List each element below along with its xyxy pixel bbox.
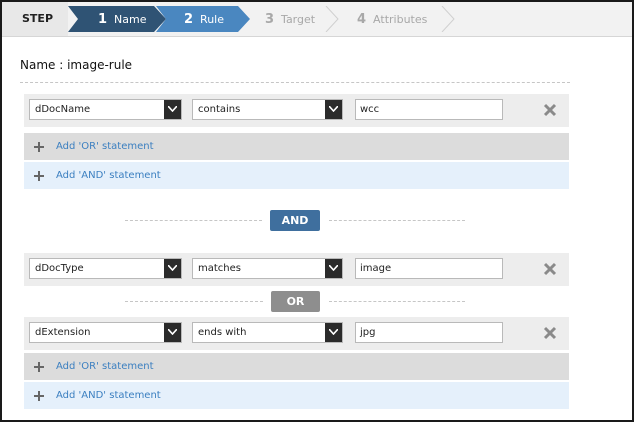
rule-name-label: Name :	[20, 58, 64, 72]
condition-row: dDocType matches image	[24, 253, 569, 286]
rule-name: Name : image-rule	[20, 58, 132, 72]
condition-row: dDocName contains wcc	[24, 94, 569, 127]
field-select[interactable]: dDocType	[29, 258, 182, 279]
close-icon[interactable]	[543, 262, 557, 276]
step-label-text: Attributes	[373, 12, 428, 26]
close-icon[interactable]	[543, 103, 557, 117]
chevron-down-icon[interactable]	[164, 100, 181, 119]
operator-select[interactable]: ends with	[192, 322, 343, 343]
chevron-down-icon[interactable]	[325, 259, 342, 278]
condition-row: dExtension ends with jpg	[24, 317, 569, 350]
step-number: 4	[357, 11, 367, 27]
value-input[interactable]: wcc	[355, 99, 503, 120]
divider	[125, 220, 262, 221]
and-connector-button[interactable]: AND	[270, 210, 320, 231]
chevron-down-icon[interactable]	[164, 259, 181, 278]
close-icon[interactable]	[543, 326, 557, 340]
wizard-step-attributes[interactable]: 4 Attributes	[332, 6, 456, 32]
chevron-down-icon[interactable]	[325, 323, 342, 342]
or-connector-button[interactable]: OR	[271, 291, 320, 312]
step-number: 1	[98, 11, 108, 27]
value-input[interactable]: jpg	[355, 322, 503, 343]
step-label: STEP	[2, 2, 68, 36]
wizard-step-rule[interactable]: 2 Rule	[156, 6, 250, 32]
plus-icon	[34, 170, 44, 181]
divider	[329, 220, 465, 221]
chevron-down-icon[interactable]	[325, 100, 342, 119]
add-or-statement-button[interactable]: Add 'OR' statement	[24, 133, 569, 160]
add-or-statement-button[interactable]: Add 'OR' statement	[24, 353, 569, 380]
rule-name-value: image-rule	[67, 58, 133, 72]
chevron-down-icon[interactable]	[164, 323, 181, 342]
divider	[20, 82, 570, 83]
add-and-statement-button[interactable]: Add 'AND' statement	[24, 162, 569, 189]
divider	[329, 301, 465, 302]
field-select[interactable]: dDocName	[29, 99, 182, 120]
plus-icon	[34, 390, 44, 401]
step-number: 3	[265, 11, 275, 27]
add-and-statement-button[interactable]: Add 'AND' statement	[24, 382, 569, 409]
step-label-text: Target	[281, 12, 316, 26]
step-label-text: Rule	[200, 12, 224, 26]
plus-icon	[34, 361, 44, 372]
field-select[interactable]: dExtension	[29, 322, 182, 343]
rule-wizard-window: STEP 1 Name 2 Rule 3 Target 4 Attributes…	[0, 0, 634, 422]
step-number: 2	[184, 11, 194, 27]
plus-icon	[34, 141, 44, 152]
wizard-steps: STEP 1 Name 2 Rule 3 Target 4 Attributes	[2, 2, 632, 37]
operator-select[interactable]: matches	[192, 258, 343, 279]
divider	[125, 301, 263, 302]
wizard-step-name[interactable]: 1 Name	[68, 6, 166, 32]
operator-select[interactable]: contains	[192, 99, 343, 120]
step-label-text: Name	[114, 12, 147, 26]
wizard-step-target[interactable]: 3 Target	[240, 6, 340, 32]
value-input[interactable]: image	[355, 258, 503, 279]
